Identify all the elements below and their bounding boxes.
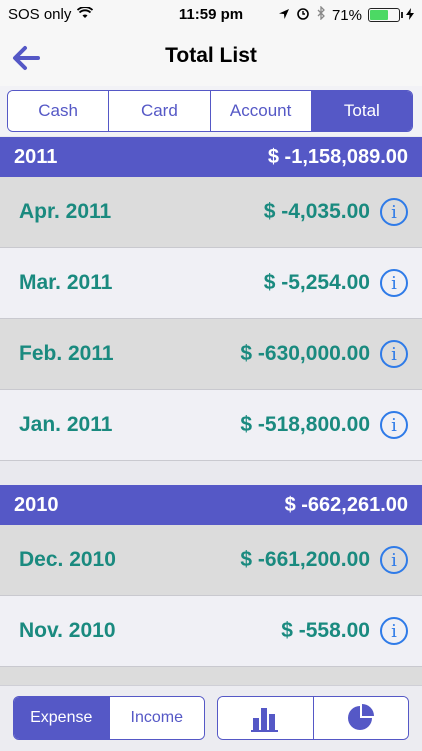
month-amount: $ -630,000.00 — [240, 342, 370, 365]
info-icon[interactable]: i — [380, 340, 408, 368]
list-item[interactable]: Mar. 2011 $ -5,254.00 i — [0, 248, 422, 319]
account-type-tabs: Cash Card Account Total — [7, 90, 413, 132]
info-icon[interactable]: i — [380, 198, 408, 226]
pie-chart-button[interactable] — [313, 697, 408, 739]
month-label: Jan. 2011 — [19, 413, 113, 436]
list-item[interactable]: Apr. 2011 $ -4,035.00 i — [0, 177, 422, 248]
battery-icon — [368, 8, 403, 22]
year-total: $ -1,158,089.00 — [267, 145, 408, 168]
status-bar: SOS only 11:59 pm 71% — [0, 0, 422, 30]
monthly-list[interactable]: 2011 $ -1,158,089.00 Apr. 2011 $ -4,035.… — [0, 137, 422, 685]
tab-cash[interactable]: Cash — [8, 91, 110, 131]
month-amount: $ -558.00 — [281, 619, 370, 642]
month-label: Dec. 2010 — [19, 548, 116, 571]
expense-income-toggle: Expense Income — [13, 696, 205, 740]
charging-icon — [406, 7, 414, 24]
tab-total[interactable]: Total — [311, 91, 412, 131]
tab-account[interactable]: Account — [210, 91, 312, 131]
tab-card[interactable]: Card — [109, 91, 211, 131]
section-gap — [0, 461, 422, 485]
year-total: $ -662,261.00 — [284, 493, 408, 516]
page-title: Total List — [165, 44, 257, 67]
month-amount: $ -661,200.00 — [240, 548, 370, 571]
bottom-toolbar: Expense Income — [0, 685, 422, 751]
month-label: Feb. 2011 — [19, 342, 114, 365]
month-label: Mar. 2011 — [19, 271, 113, 294]
month-label: Nov. 2010 — [19, 619, 116, 642]
list-item[interactable]: Dec. 2010 $ -661,200.00 i — [0, 525, 422, 596]
expense-button[interactable]: Expense — [14, 697, 110, 739]
month-label: Apr. 2011 — [19, 200, 112, 223]
list-item[interactable]: Jan. 2011 $ -518,800.00 i — [0, 390, 422, 461]
income-button[interactable]: Income — [109, 697, 204, 739]
year-label: 2010 — [14, 493, 59, 516]
bluetooth-icon — [316, 5, 326, 24]
navigation-bar: Total List — [0, 30, 422, 87]
alarm-icon — [296, 6, 310, 24]
pie-chart-icon — [347, 704, 374, 730]
location-icon — [278, 7, 290, 24]
year-header-2011: 2011 $ -1,158,089.00 — [0, 137, 422, 177]
bar-chart-button[interactable] — [218, 697, 314, 739]
info-icon[interactable]: i — [380, 269, 408, 297]
list-item[interactable]: Feb. 2011 $ -630,000.00 i — [0, 319, 422, 390]
year-label: 2011 — [14, 145, 58, 168]
info-icon[interactable]: i — [380, 546, 408, 574]
bar-chart-icon — [251, 708, 279, 732]
info-icon[interactable]: i — [380, 411, 408, 439]
month-amount: $ -5,254.00 — [263, 271, 370, 294]
list-item[interactable]: Nov. 2010 $ -558.00 i — [0, 596, 422, 667]
month-amount: $ -4,035.00 — [263, 200, 370, 223]
info-icon[interactable]: i — [380, 617, 408, 645]
month-amount: $ -518,800.00 — [240, 413, 370, 436]
list-item[interactable] — [0, 667, 422, 685]
year-header-2010: 2010 $ -662,261.00 — [0, 485, 422, 525]
chart-type-toggle — [217, 696, 409, 740]
battery-percent: 71% — [331, 6, 362, 24]
